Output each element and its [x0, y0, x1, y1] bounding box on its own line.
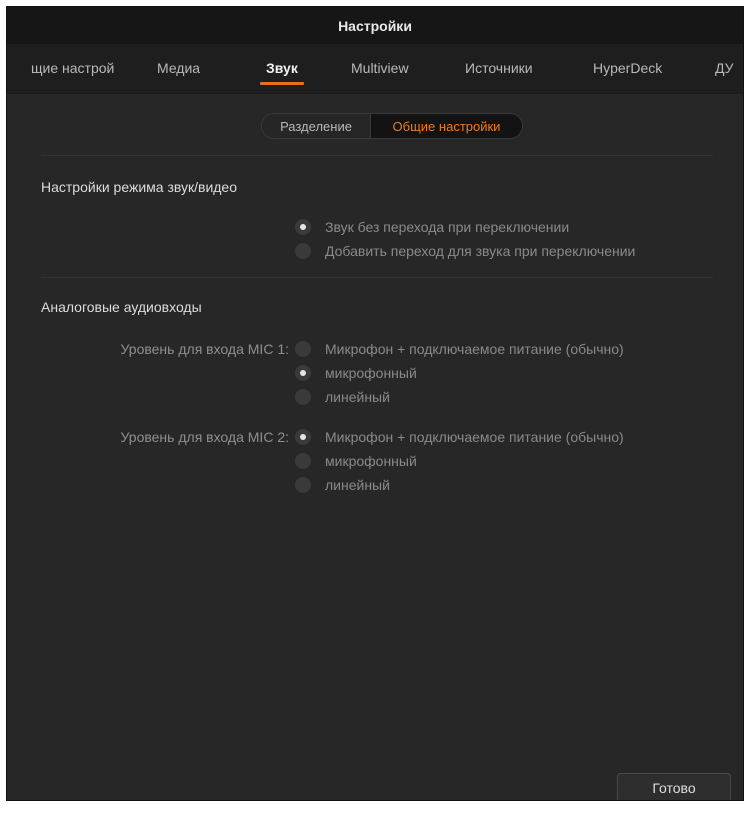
tab-audio[interactable]: Звук	[260, 44, 304, 93]
radio-label: Микрофон + подключаемое питание (обычно)	[325, 429, 624, 445]
radio-label: линейный	[325, 477, 390, 493]
radio-mic1-line[interactable]: линейный	[295, 387, 390, 407]
tab-remote[interactable]: ДУ	[715, 44, 734, 93]
radio-label: микрофонный	[325, 453, 417, 469]
tab-multiview[interactable]: Multiview	[351, 44, 409, 93]
audio-mode-segmented-control: Разделение Общие настройки	[261, 113, 523, 139]
radio-mic1-mic-plus-power[interactable]: Микрофон + подключаемое питание (обычно)	[295, 339, 624, 359]
radio-button-icon	[295, 429, 311, 445]
done-button[interactable]: Готово	[617, 773, 731, 800]
segment-general-button[interactable]: Общие настройки	[371, 114, 522, 138]
tab-bar: щие настрой Медиа Звук Multiview Источни…	[7, 44, 743, 94]
radio-label: линейный	[325, 389, 390, 405]
section-divider	[41, 277, 713, 278]
radio-mic2-mic[interactable]: микрофонный	[295, 451, 417, 471]
segment-split-button[interactable]: Разделение	[262, 114, 371, 138]
tab-general-settings[interactable]: щие настрой	[31, 44, 114, 93]
radio-audio-with-transition[interactable]: Добавить переход для звука при переключе…	[295, 241, 635, 261]
tab-media[interactable]: Медиа	[157, 44, 200, 93]
radio-button-icon	[295, 477, 311, 493]
radio-mic2-mic-plus-power[interactable]: Микрофон + подключаемое питание (обычно)	[295, 427, 624, 447]
radio-button-icon	[295, 365, 311, 381]
radio-audio-no-transition[interactable]: Звук без перехода при переключении	[295, 217, 569, 237]
radio-button-icon	[295, 341, 311, 357]
radio-label: Звук без перехода при переключении	[325, 219, 570, 235]
active-tab-indicator	[260, 82, 304, 85]
analog-inputs-section-title: Аналоговые аудиовходы	[41, 299, 202, 315]
tab-hyperdeck[interactable]: HyperDeck	[593, 44, 662, 93]
av-mode-section-title: Настройки режима звук/видео	[41, 179, 237, 195]
mic2-level-label: Уровень для входа MIC 2:	[120, 429, 289, 445]
radio-mic1-mic[interactable]: микрофонный	[295, 363, 417, 383]
radio-button-icon	[295, 219, 311, 235]
radio-button-icon	[295, 453, 311, 469]
radio-label: Добавить переход для звука при переключе…	[325, 243, 636, 259]
settings-window: Настройки щие настрой Медиа Звук Multivi…	[6, 6, 744, 801]
window-title: Настройки	[7, 7, 743, 44]
section-divider	[41, 155, 713, 156]
radio-button-icon	[295, 389, 311, 405]
tab-audio-label: Звук	[266, 60, 298, 76]
mic1-level-label: Уровень для входа MIC 1:	[120, 341, 289, 357]
radio-label: микрофонный	[325, 365, 417, 381]
radio-mic2-line[interactable]: линейный	[295, 475, 390, 495]
radio-label: Микрофон + подключаемое питание (обычно)	[325, 341, 624, 357]
tab-sources[interactable]: Источники	[465, 44, 533, 93]
radio-button-icon	[295, 243, 311, 259]
